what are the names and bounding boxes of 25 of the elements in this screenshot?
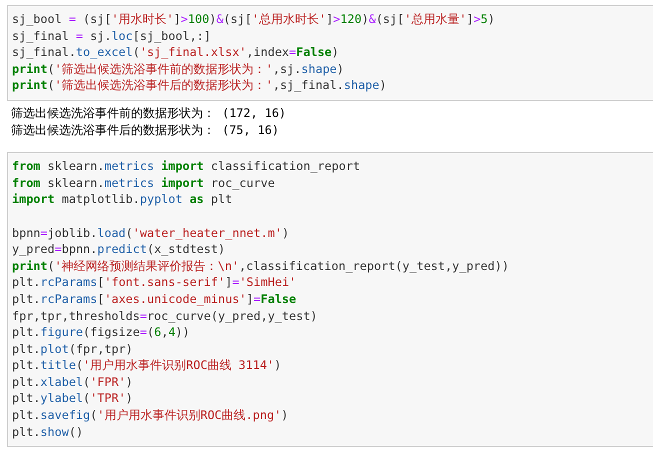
code-line: print('筛选出候选洗浴事件后的数据形状为：',sj_final.shape): [12, 77, 386, 94]
code-line: fpr,tpr,thresholds=roc_curve(y_pred,y_test): [12, 308, 318, 324]
code-line: plt.xlabel('FPR'): [12, 374, 133, 390]
output-line: 筛选出候选洗浴事件前的数据形状为： (172, 16): [11, 104, 286, 122]
code-line: print('神经网络预测结果评价报告：\n',classification_report(y_test,y_pred)): [12, 258, 509, 274]
code-line: import matplotlib.pyplot as plt: [12, 191, 232, 208]
code-line: plt.savefig('用户用水事件识别ROC曲线.png'): [12, 407, 288, 424]
code-line: plt.rcParams['axes.unicode_minus']=False: [12, 290, 296, 308]
code-line: plt.show(): [12, 424, 84, 440]
output-line: 筛选出候选洗浴事件后的数据形状为： (75, 16): [11, 122, 279, 138]
code-line: print('筛选出候选洗浴事件前的数据形状为：',sj.shape): [12, 60, 344, 78]
code-line: plt.title('用户用水事件识别ROC曲线 3114'): [12, 357, 282, 374]
code-line: plt.rcParams['font.sans-serif']='SimHei': [12, 274, 296, 291]
code-cell[interactable]: [7, 152, 653, 448]
code-line: from sklearn.metrics import roc_curve: [12, 174, 275, 192]
code-line: sj_final.to_excel('sj_final.xlsx',index=False): [12, 44, 339, 61]
code-cell[interactable]: [7, 5, 653, 101]
code-line: bpnn=joblib.load('water_heater_nnet.m'): [12, 224, 290, 242]
code-line: sj_bool = (sj['用水时长']>100)&(sj['总用水时长']>120)&(sj['总用水量']>5): [12, 11, 495, 28]
code-line: sj_final = sj.loc[sj_bool,:]: [12, 28, 211, 44]
code-line: plt.ylabel('TPR'): [12, 390, 133, 408]
code-line: from sklearn.metrics import classification_report: [12, 158, 360, 175]
code-line: y_pred=bpnn.predict(x_stdtest): [12, 241, 226, 258]
code-line: plt.plot(fpr,tpr): [12, 340, 133, 358]
code-line: plt.figure(figsize=(6,4)): [12, 324, 190, 341]
